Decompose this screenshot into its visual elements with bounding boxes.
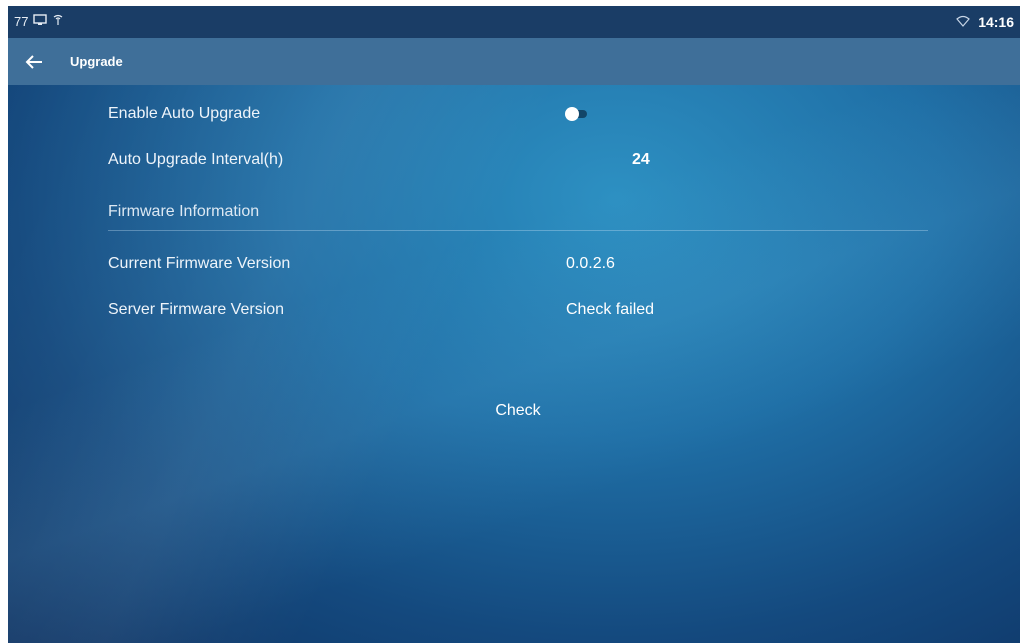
auto-upgrade-label: Enable Auto Upgrade [108,105,261,122]
back-button[interactable] [22,50,50,74]
current-firmware-value: 0.0.2.6 [566,255,615,272]
page-title: Upgrade [70,54,123,69]
current-firmware-label: Current Firmware Version [108,255,291,272]
upgrade-settings: Enable Auto Upgrade Auto Upgrade Interva… [8,85,1020,643]
arrow-left-icon [25,55,42,69]
status-bar-right: 14:16 [956,14,1014,30]
device-screen: 77 14:16 Upgrade Enable Auto Upgrade Aut… [8,6,1020,643]
firmware-section-header: Firmware Information [108,203,260,220]
status-time: 14:16 [978,14,1014,30]
status-bar: 77 14:16 [8,6,1020,38]
title-bar: Upgrade [8,38,1020,85]
server-firmware-value: Check failed [566,301,655,318]
server-firmware-label: Server Firmware Version [108,301,285,318]
screen-icon [33,14,48,29]
antenna-icon [52,14,64,29]
toggle-knob [565,107,579,121]
check-button[interactable]: Check [438,391,598,431]
wifi-icon [956,15,971,30]
status-bar-left: 77 [14,14,64,29]
status-count: 77 [14,14,29,29]
auto-upgrade-toggle[interactable] [565,107,589,121]
interval-value[interactable]: 24 [632,151,650,169]
interval-label: Auto Upgrade Interval(h) [108,151,284,168]
section-divider [108,230,928,231]
